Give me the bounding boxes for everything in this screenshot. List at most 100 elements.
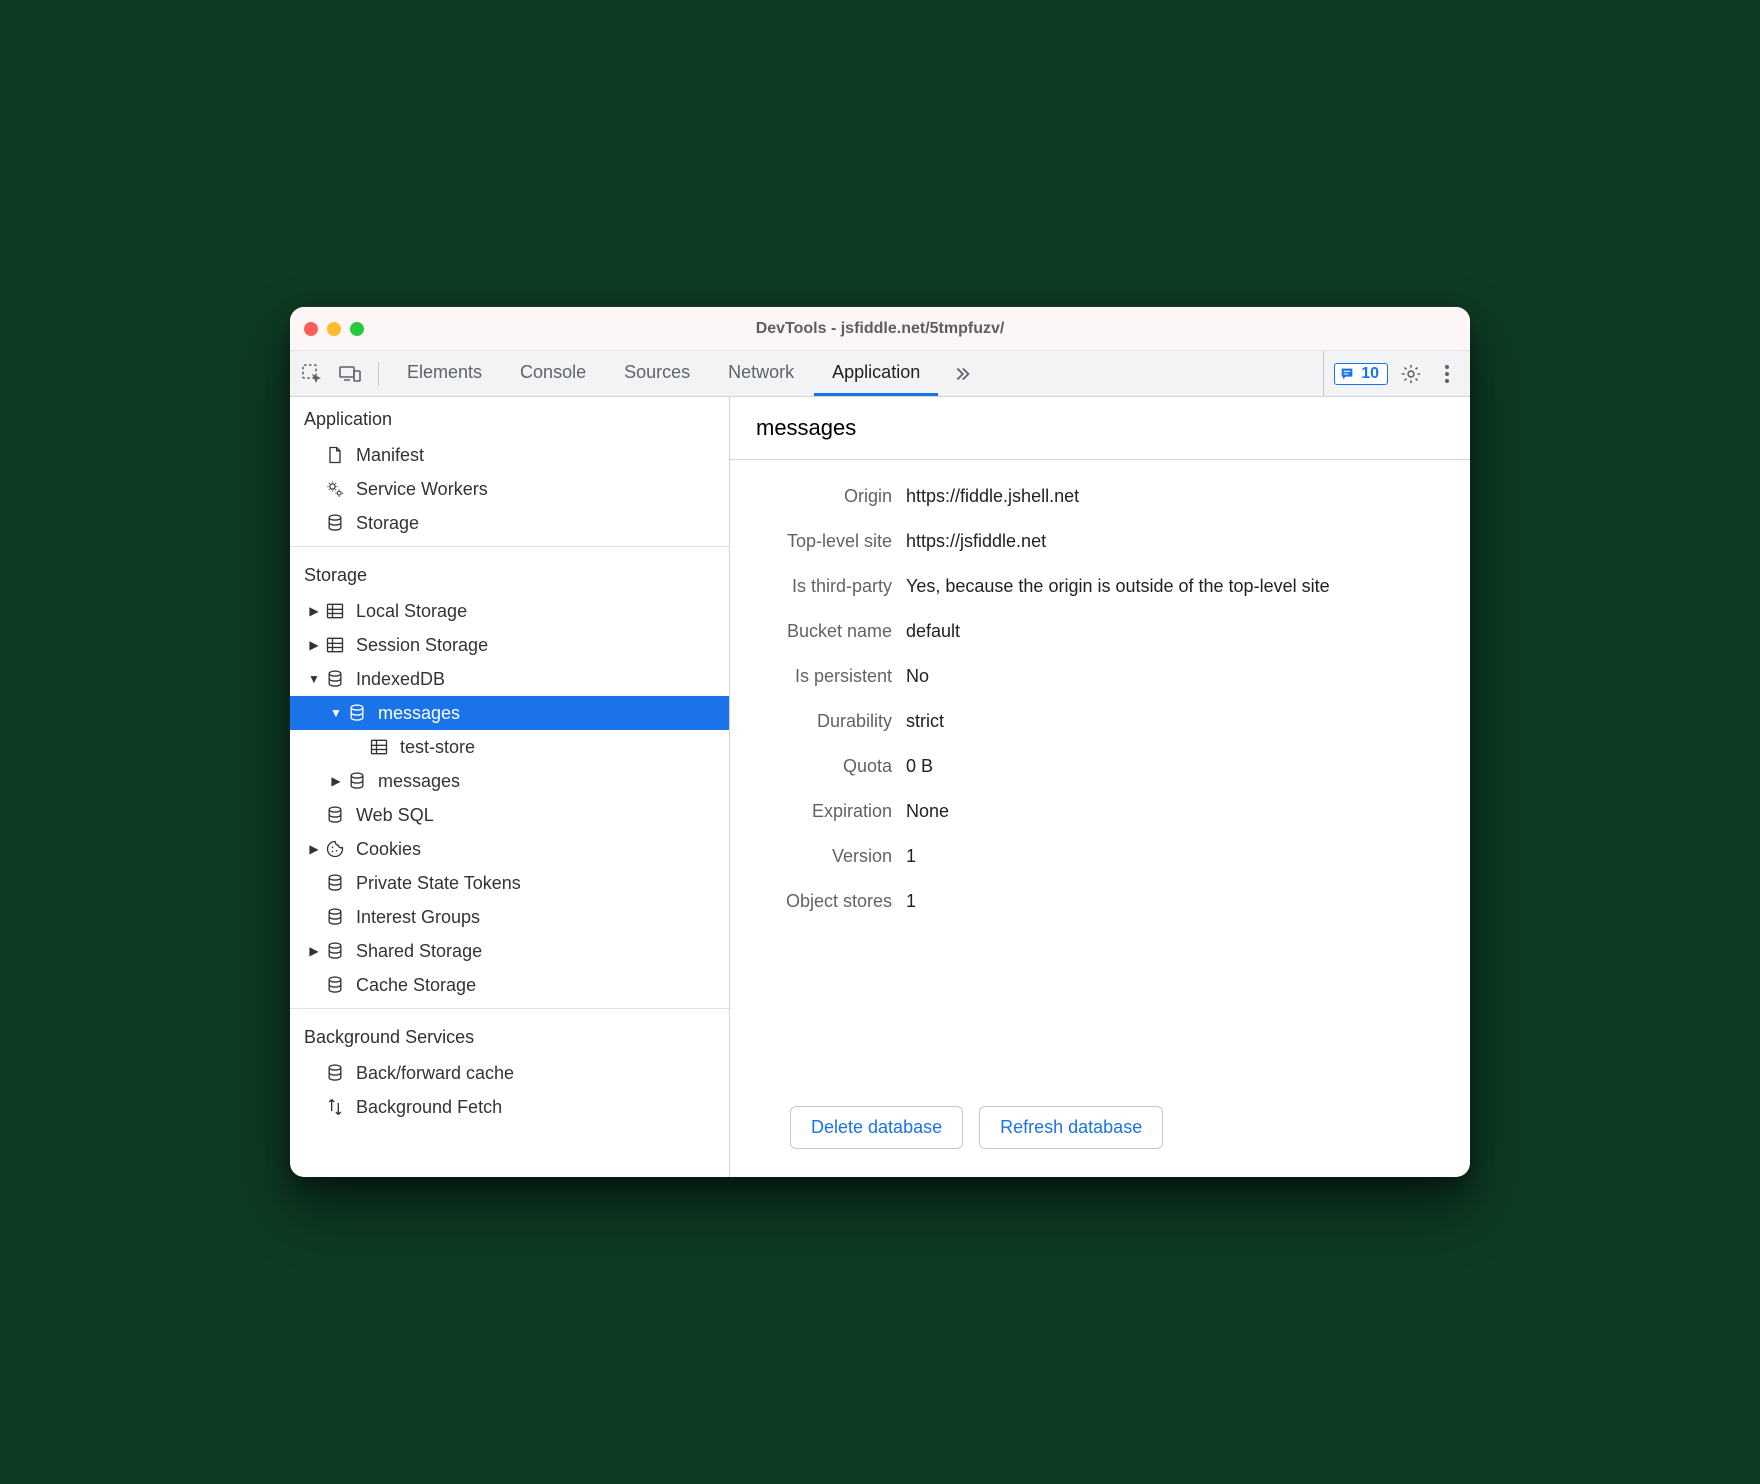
devtools-window: DevTools - jsfiddle.net/5tmpfuzv/ Elemen… xyxy=(290,307,1470,1177)
sidebar-item-shared-storage[interactable]: ▶ Shared Storage xyxy=(290,934,729,968)
panel-tabs: Elements Console Sources Network Applica… xyxy=(389,351,1323,396)
tree-label: messages xyxy=(378,703,460,724)
devtools-toolbar: Elements Console Sources Network Applica… xyxy=(290,351,1470,397)
prop-label: Is persistent xyxy=(756,666,906,687)
tree-label: Background Fetch xyxy=(356,1097,502,1118)
tree-label: Cookies xyxy=(356,839,421,860)
prop-quota: Quota 0 B xyxy=(756,744,1444,789)
delete-database-button[interactable]: Delete database xyxy=(790,1106,963,1149)
tab-console[interactable]: Console xyxy=(502,351,604,396)
sidebar-item-interest-groups[interactable]: Interest Groups xyxy=(290,900,729,934)
prop-value: No xyxy=(906,666,1444,687)
prop-label: Quota xyxy=(756,756,906,777)
sidebar-item-cache-storage[interactable]: Cache Storage xyxy=(290,968,729,1002)
tree-label: Service Workers xyxy=(356,479,488,500)
tab-sources[interactable]: Sources xyxy=(606,351,708,396)
cookie-icon xyxy=(324,838,346,860)
prop-durability: Durability strict xyxy=(756,699,1444,744)
table-icon xyxy=(324,600,346,622)
sidebar-item-session-storage[interactable]: ▶ Session Storage xyxy=(290,628,729,662)
prop-version: Version 1 xyxy=(756,834,1444,879)
sidebar-item-idb-messages-2[interactable]: ▶ messages xyxy=(290,764,729,798)
prop-top-level-site: Top-level site https://jsfiddle.net xyxy=(756,519,1444,564)
more-options-icon[interactable] xyxy=(1434,361,1460,387)
message-icon xyxy=(1339,366,1355,382)
tree-label: Manifest xyxy=(356,445,424,466)
file-icon xyxy=(324,444,346,466)
database-properties: Origin https://fiddle.jshell.net Top-lev… xyxy=(730,460,1470,1092)
refresh-database-button[interactable]: Refresh database xyxy=(979,1106,1163,1149)
tree-label: Local Storage xyxy=(356,601,467,622)
collapse-arrow-icon[interactable]: ▼ xyxy=(308,672,320,686)
prop-origin: Origin https://fiddle.jshell.net xyxy=(756,474,1444,519)
prop-value: 0 B xyxy=(906,756,1444,777)
prop-object-stores: Object stores 1 xyxy=(756,879,1444,924)
issues-badge[interactable]: 10 xyxy=(1334,363,1388,385)
database-icon xyxy=(324,804,346,826)
titlebar: DevTools - jsfiddle.net/5tmpfuzv/ xyxy=(290,307,1470,351)
tab-application[interactable]: Application xyxy=(814,351,938,396)
sidebar-item-cookies[interactable]: ▶ Cookies xyxy=(290,832,729,866)
application-sidebar: Application Manifest Service Workers Sto… xyxy=(290,397,730,1177)
prop-value: 1 xyxy=(906,891,1444,912)
tree-label: Back/forward cache xyxy=(356,1063,514,1084)
sidebar-item-web-sql[interactable]: Web SQL xyxy=(290,798,729,832)
prop-is-third-party: Is third-party Yes, because the origin i… xyxy=(756,564,1444,609)
prop-value: None xyxy=(906,801,1444,822)
close-window-button[interactable] xyxy=(304,322,318,336)
expand-arrow-icon[interactable]: ▶ xyxy=(308,638,320,652)
sidebar-item-idb-messages[interactable]: ▼ messages xyxy=(290,696,729,730)
section-background-services: Background Services xyxy=(290,1015,729,1056)
updown-icon xyxy=(324,1096,346,1118)
tree-label: Cache Storage xyxy=(356,975,476,996)
prop-value: https://fiddle.jshell.net xyxy=(906,486,1444,507)
table-icon xyxy=(324,634,346,656)
sidebar-item-local-storage[interactable]: ▶ Local Storage xyxy=(290,594,729,628)
sidebar-item-private-state-tokens[interactable]: Private State Tokens xyxy=(290,866,729,900)
prop-label: Is third-party xyxy=(756,576,906,597)
database-icon xyxy=(346,702,368,724)
prop-expiration: Expiration None xyxy=(756,789,1444,834)
tree-label: messages xyxy=(378,771,460,792)
device-toolbar-icon[interactable] xyxy=(338,362,362,386)
minimize-window-button[interactable] xyxy=(327,322,341,336)
tree-label: Interest Groups xyxy=(356,907,480,928)
tree-label: Private State Tokens xyxy=(356,873,521,894)
database-title: messages xyxy=(730,397,1470,460)
expand-arrow-icon[interactable]: ▶ xyxy=(308,944,320,958)
maximize-window-button[interactable] xyxy=(350,322,364,336)
database-icon xyxy=(324,512,346,534)
more-tabs-icon[interactable] xyxy=(940,351,982,396)
database-icon xyxy=(324,940,346,962)
prop-label: Version xyxy=(756,846,906,867)
sidebar-item-indexeddb[interactable]: ▼ IndexedDB xyxy=(290,662,729,696)
tab-elements[interactable]: Elements xyxy=(389,351,500,396)
collapse-arrow-icon[interactable]: ▼ xyxy=(330,706,342,720)
prop-label: Durability xyxy=(756,711,906,732)
issues-count: 10 xyxy=(1361,365,1379,383)
tab-network[interactable]: Network xyxy=(710,351,812,396)
database-icon xyxy=(346,770,368,792)
expand-arrow-icon[interactable]: ▶ xyxy=(330,774,342,788)
inspect-element-icon[interactable] xyxy=(300,362,324,386)
section-storage: Storage xyxy=(290,553,729,594)
prop-label: Bucket name xyxy=(756,621,906,642)
prop-value: https://jsfiddle.net xyxy=(906,531,1444,552)
expand-arrow-icon[interactable]: ▶ xyxy=(308,604,320,618)
settings-icon[interactable] xyxy=(1398,361,1424,387)
sidebar-item-service-workers[interactable]: Service Workers xyxy=(290,472,729,506)
prop-value: default xyxy=(906,621,1444,642)
prop-label: Origin xyxy=(756,486,906,507)
sidebar-item-storage[interactable]: Storage xyxy=(290,506,729,540)
prop-label: Top-level site xyxy=(756,531,906,552)
prop-value: strict xyxy=(906,711,1444,732)
traffic-lights xyxy=(304,322,364,336)
sidebar-item-manifest[interactable]: Manifest xyxy=(290,438,729,472)
tree-label: IndexedDB xyxy=(356,669,445,690)
sidebar-item-bfcache[interactable]: Back/forward cache xyxy=(290,1056,729,1090)
sidebar-item-background-fetch[interactable]: Background Fetch xyxy=(290,1090,729,1124)
tree-label: Web SQL xyxy=(356,805,434,826)
sidebar-item-idb-test-store[interactable]: test-store xyxy=(290,730,729,764)
expand-arrow-icon[interactable]: ▶ xyxy=(308,842,320,856)
prop-label: Expiration xyxy=(756,801,906,822)
